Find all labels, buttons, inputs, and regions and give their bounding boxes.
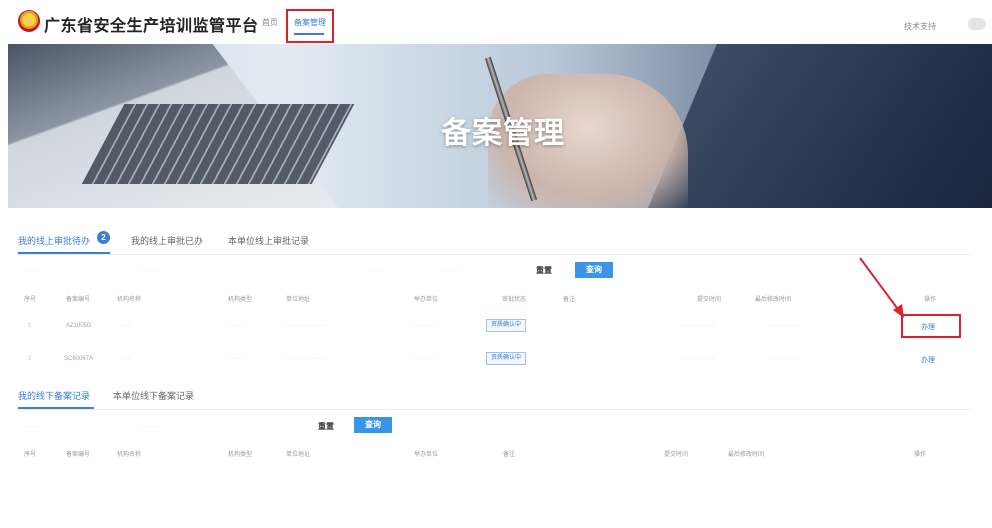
tab-offline-records[interactable]: 我的线下备案记录 xyxy=(18,389,90,402)
col-header-org-type: 机构类型 xyxy=(228,452,253,458)
reset-button[interactable]: 重置 xyxy=(536,265,552,276)
col-header-record-code: 备案编号 xyxy=(66,297,91,303)
filter-field-4[interactable]: . . . . . xyxy=(440,266,458,273)
row-address: · · · · · · · · · · · xyxy=(286,323,325,329)
status-tag[interactable]: 资质确认中 xyxy=(486,319,527,332)
row-org-type: · · · · xyxy=(228,356,241,362)
handle-link[interactable]: 办理 xyxy=(921,355,935,365)
filter-field-2[interactable]: . . . . . xyxy=(140,266,158,273)
col-header-host-unit: 举办单位 xyxy=(414,452,439,458)
tabs-divider xyxy=(18,254,973,255)
row-org-name: · · · xyxy=(120,356,130,362)
suit-sleeve-image xyxy=(648,44,992,208)
col-header-remark: 备注 xyxy=(503,452,516,458)
row-modified-time: · · · · · · · · · xyxy=(768,323,800,329)
col-header-modified-time: 最后修改时间 xyxy=(728,452,765,458)
col-header-index: 序号 xyxy=(24,297,37,303)
pending-count-badge: 2 xyxy=(97,231,110,244)
col-header-submit-time: 提交时间 xyxy=(697,297,722,303)
col-header-org-name: 机构名称 xyxy=(117,297,142,303)
nav-record-label: 备案管理 xyxy=(294,18,326,27)
filter-field-1[interactable]: . . . . xyxy=(24,422,38,429)
row-org-type: · · · · xyxy=(228,323,241,329)
tab-unit-offline-records[interactable]: 本单位线下备案记录 xyxy=(113,389,194,402)
row-org-name: · · · xyxy=(120,323,130,329)
col-header-org-name: 机构名称 xyxy=(117,452,142,458)
tab-online-done[interactable]: 我的线上审批已办 xyxy=(131,234,203,247)
col-header-modified-time: 最后修改时间 xyxy=(755,297,792,303)
nav-record-management[interactable]: 备案管理 xyxy=(286,9,334,43)
row-submit-time: · · · · · · · · · xyxy=(682,356,714,362)
row-record-code: AZ1005D xyxy=(66,323,92,329)
col-header-org-type: 机构类型 xyxy=(228,297,253,303)
tabs-divider xyxy=(18,409,973,410)
col-header-address: 单位地址 xyxy=(286,297,311,303)
col-header-remark: 备注 xyxy=(563,297,576,303)
tech-support-link[interactable]: 技术支持 xyxy=(904,21,936,32)
row-submit-time: · · · · · · · · · xyxy=(682,323,714,329)
query-button[interactable]: 查询 xyxy=(575,262,613,278)
highlight-box xyxy=(901,314,961,338)
tab-online-pending[interactable]: 我的线上审批待办 xyxy=(18,234,90,247)
emblem-logo-icon xyxy=(18,10,40,32)
col-header-host-unit: 举办单位 xyxy=(414,297,439,303)
user-icon[interactable] xyxy=(968,18,986,30)
row-index: 1 xyxy=(28,323,32,329)
banner-title: 备案管理 xyxy=(441,117,565,150)
row-modified-time: · · · · · · · · · xyxy=(768,356,800,362)
nav-home[interactable]: 首页 xyxy=(262,17,278,28)
col-header-index: 序号 xyxy=(24,452,37,458)
row-record-code: SC60067A xyxy=(64,356,94,362)
keyboard-image xyxy=(81,104,355,184)
status-tag[interactable]: 资质确认中 xyxy=(486,352,527,365)
row-host-unit: · · · · · · xyxy=(414,323,435,329)
hero-banner: 备案管理 xyxy=(8,44,992,208)
tab-unit-online-records[interactable]: 本单位线上审批记录 xyxy=(228,234,309,247)
row-address: · · · · · · · · · · · xyxy=(286,356,325,362)
top-header: 广东省安全生产培训监管平台 首页 备案管理 技术支持 xyxy=(0,0,992,44)
col-header-record-code: 备案编号 xyxy=(66,452,91,458)
site-title[interactable]: 广东省安全生产培训监管平台 xyxy=(44,12,259,36)
row-host-unit: · · · · · · xyxy=(414,356,435,362)
col-header-action: 操作 xyxy=(914,452,927,458)
col-header-action: 操作 xyxy=(924,297,937,303)
col-header-approval-status: 审批状态 xyxy=(502,297,527,303)
filter-field-3[interactable]: . . . . xyxy=(370,266,384,273)
col-header-submit-time: 提交时间 xyxy=(664,452,689,458)
filter-field-2[interactable]: . . . . . xyxy=(140,422,158,429)
query-button[interactable]: 查询 xyxy=(354,417,392,433)
filter-field-1[interactable]: . . . . xyxy=(24,266,38,273)
nav-active-underline xyxy=(294,33,324,35)
reset-button[interactable]: 重置 xyxy=(318,421,334,432)
row-index: 2 xyxy=(28,356,32,362)
col-header-address: 单位地址 xyxy=(286,452,311,458)
